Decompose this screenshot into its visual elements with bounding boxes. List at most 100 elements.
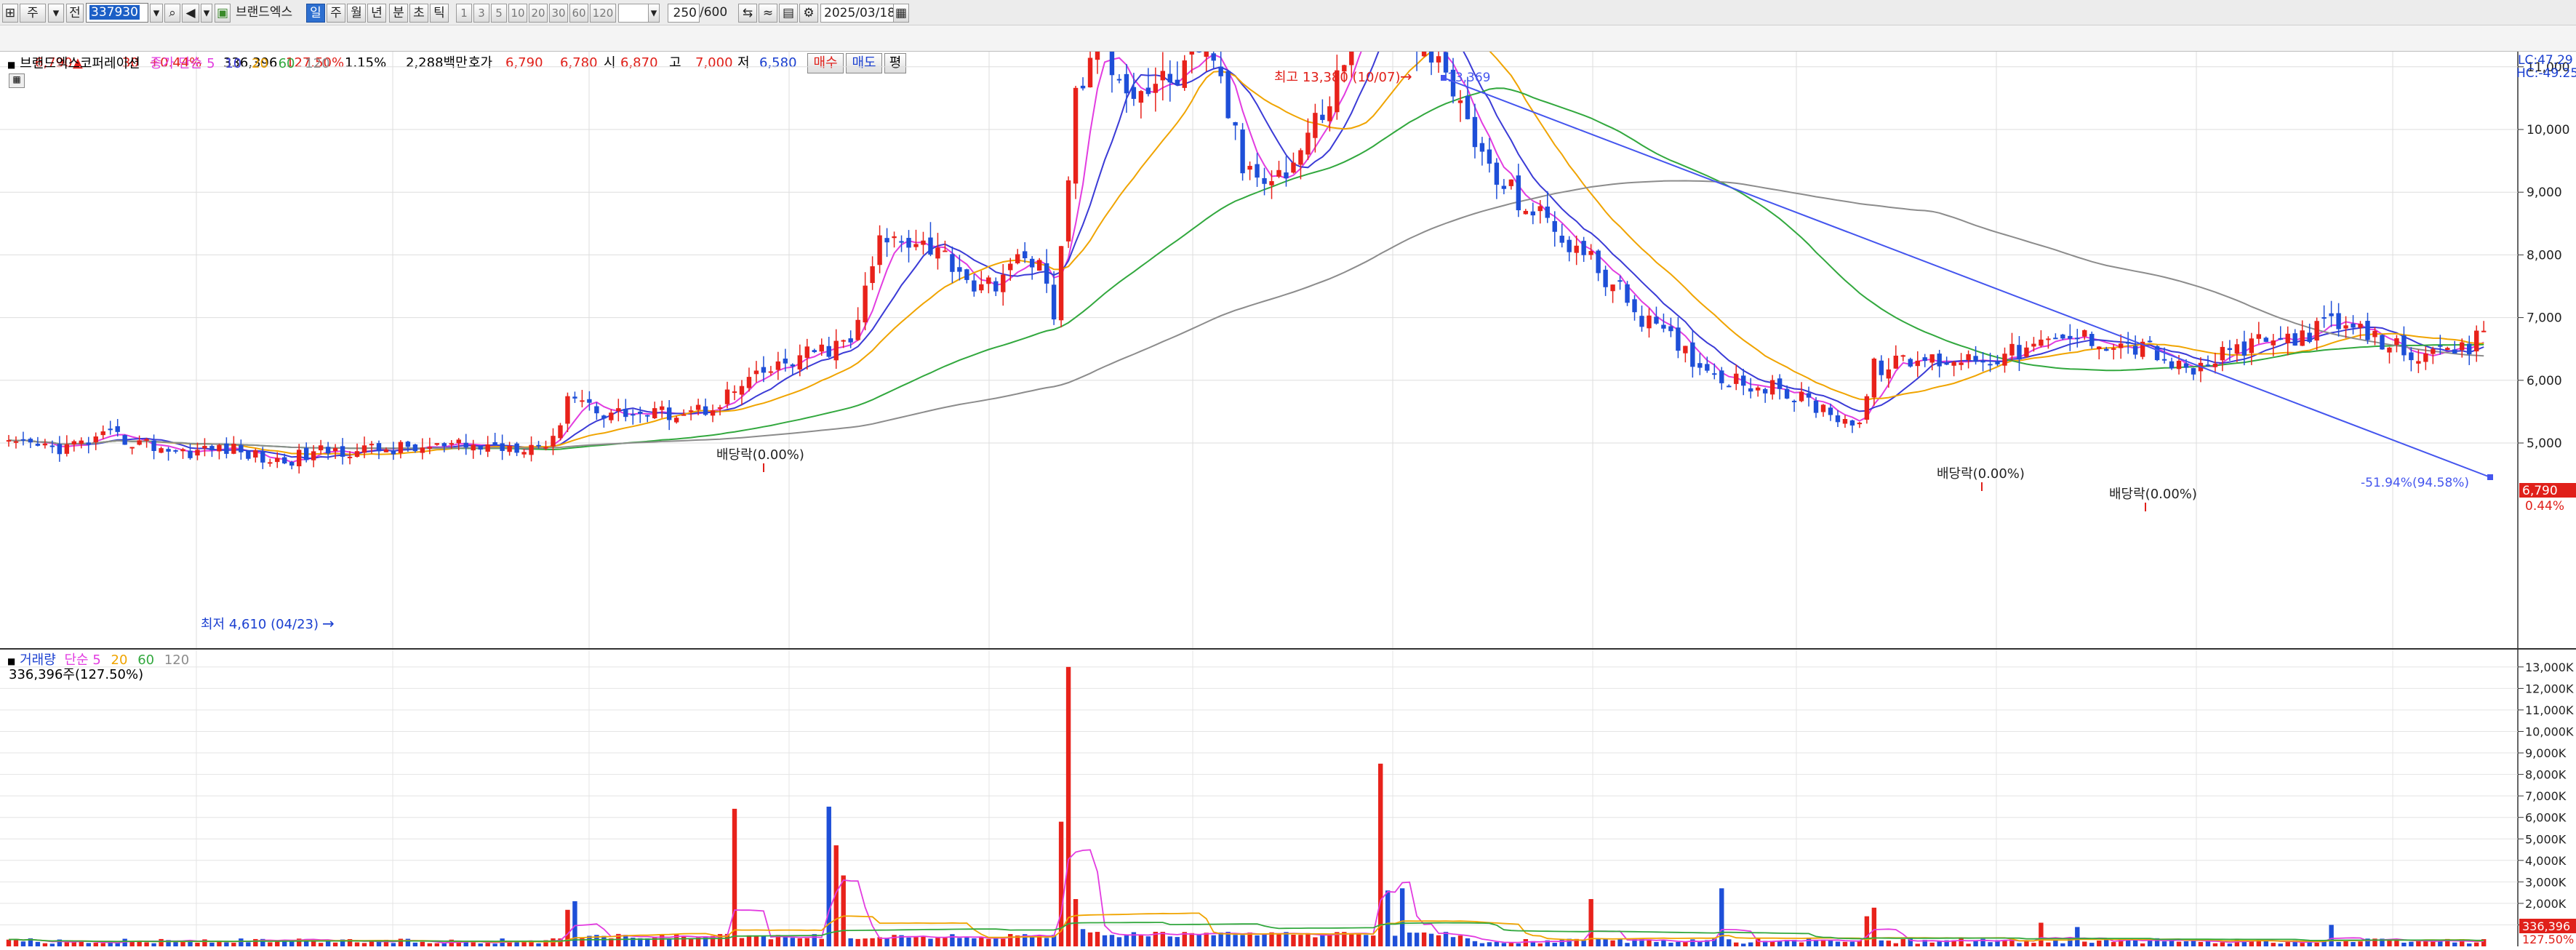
volume-bar <box>239 938 244 946</box>
volume-bar <box>1095 932 1100 946</box>
volume-bar <box>1001 938 1006 946</box>
calendar-icon[interactable]: ▦ <box>893 4 909 23</box>
period-tab-tick[interactable]: 틱 <box>430 4 449 23</box>
candle-body <box>71 441 77 444</box>
volume-tick-label: 7,000K <box>2525 789 2567 803</box>
date-input[interactable]: 2025/03/18 <box>820 4 902 23</box>
candle-body <box>2169 361 2175 369</box>
chart-tool-icon[interactable]: ⇆ <box>738 4 757 23</box>
candle-body <box>797 355 803 370</box>
ma10-legend: 10 <box>225 56 242 71</box>
price-chart-panel[interactable]: 5,0006,0007,0008,0009,00010,00011,00012,… <box>0 0 2576 648</box>
volume-bar <box>1603 938 1608 946</box>
volume-bar <box>1378 763 1383 946</box>
interval-3[interactable]: 3 <box>473 4 489 23</box>
compare-icon[interactable]: ≈ <box>759 4 777 23</box>
volume-bar <box>986 938 991 946</box>
candle-body <box>2307 332 2312 343</box>
candle-body <box>2467 343 2472 355</box>
price-chart[interactable]: 5,0006,0007,0008,0009,00010,00011,00012,… <box>0 0 2576 648</box>
candle-body <box>1596 250 1601 274</box>
volume-bar <box>1262 933 1267 946</box>
candle-body <box>2009 343 2015 356</box>
candle-body <box>2212 363 2218 367</box>
period-tab-week[interactable]: 주 <box>327 4 345 23</box>
volume-bar <box>1813 941 1819 946</box>
volume-bar <box>2039 922 2044 946</box>
candle-body <box>507 445 512 452</box>
interval-60[interactable]: 60 <box>569 4 588 23</box>
mode-selector[interactable]: 전 <box>66 4 84 23</box>
candle-body <box>1349 31 1354 65</box>
price-tick-label: 10,000 <box>2527 123 2569 137</box>
volume-bar <box>195 942 200 946</box>
code-dropdown-icon[interactable]: ▾ <box>150 4 163 23</box>
interval-20[interactable]: 20 <box>529 4 548 23</box>
stock-name: 브랜드엑스 <box>236 5 293 20</box>
candle-body <box>688 410 694 412</box>
candle-body <box>1893 355 1898 369</box>
volume-bar <box>1835 941 1841 946</box>
volume-bar <box>1915 943 1920 946</box>
candle-body <box>1428 33 1434 63</box>
candle-body <box>870 266 875 284</box>
volume-bar <box>1748 942 1753 946</box>
volume-chart-panel[interactable]: 1,000K2,000K3,000K4,000K5,000K6,000K7,00… <box>0 648 2576 946</box>
candle-body <box>100 431 105 436</box>
collapse-icon[interactable]: ■ <box>7 60 15 70</box>
volume-bar <box>1450 937 1456 946</box>
interval-1[interactable]: 1 <box>456 4 472 23</box>
grid-toggle-icon[interactable]: ▦ <box>9 73 25 88</box>
candle-body <box>2060 334 2065 339</box>
period-tab-day[interactable]: 일 <box>306 4 325 23</box>
interval-5[interactable]: 5 <box>491 4 507 23</box>
stock-code-input[interactable]: 337930 <box>86 3 148 23</box>
candle-body <box>1820 404 1826 412</box>
volume-bar <box>950 934 955 946</box>
volume-bar <box>964 937 969 946</box>
candle-body <box>2183 363 2189 368</box>
search-icon[interactable]: ⌕ <box>164 4 180 23</box>
period-tab-year[interactable]: 년 <box>367 4 386 23</box>
candle-body <box>2481 330 2487 332</box>
candle-body <box>1087 57 1093 88</box>
save-icon[interactable]: ▤ <box>779 4 798 23</box>
candle-body <box>412 444 418 452</box>
candle-body <box>1189 51 1194 55</box>
custom-interval-dropdown-icon[interactable]: ▾ <box>648 4 660 23</box>
candle-body <box>884 238 889 243</box>
interval-120[interactable]: 120 <box>590 4 616 23</box>
chart-menu-icon[interactable]: ⊞ <box>2 4 18 23</box>
volume-tick-label: 9,000K <box>2525 746 2567 760</box>
period-tab-month[interactable]: 월 <box>347 4 366 23</box>
candle-body <box>819 344 824 352</box>
volume-bar <box>376 941 382 946</box>
candle-body <box>1029 258 1035 268</box>
ma60-line <box>8 87 2484 451</box>
type-dropdown-icon[interactable]: ▾ <box>48 4 64 23</box>
candle-body <box>1900 355 1905 357</box>
interval-30[interactable]: 30 <box>549 4 568 23</box>
volume-tick-label: 8,000K <box>2525 768 2567 782</box>
type-selector[interactable]: 주 <box>20 4 46 23</box>
volume-bar <box>1305 933 1311 946</box>
speaker-icon[interactable]: ◀ <box>182 4 199 23</box>
speaker-dropdown-icon[interactable]: ▾ <box>201 4 212 23</box>
volume-chart[interactable]: 1,000K2,000K3,000K4,000K5,000K6,000K7,00… <box>0 650 2576 946</box>
volume-bar <box>688 938 694 946</box>
period-tab-second[interactable]: 초 <box>409 4 428 23</box>
volume-bar <box>797 938 803 946</box>
interval-10[interactable]: 10 <box>508 4 527 23</box>
period-tab-minute[interactable]: 분 <box>389 4 408 23</box>
count-input[interactable]: 250 <box>668 4 700 23</box>
vma20-line <box>8 912 2484 943</box>
volume-bar <box>1465 938 1471 946</box>
volume-bar <box>1769 941 1775 946</box>
candle-body <box>2176 361 2182 370</box>
volume-bar <box>2104 939 2109 946</box>
volume-tick-label: 11,000K <box>2525 703 2574 717</box>
candle-body <box>2082 330 2087 337</box>
settings-icon[interactable]: ⚙ <box>799 4 818 23</box>
volume-bar <box>2249 941 2255 946</box>
volume-bar <box>144 942 149 946</box>
